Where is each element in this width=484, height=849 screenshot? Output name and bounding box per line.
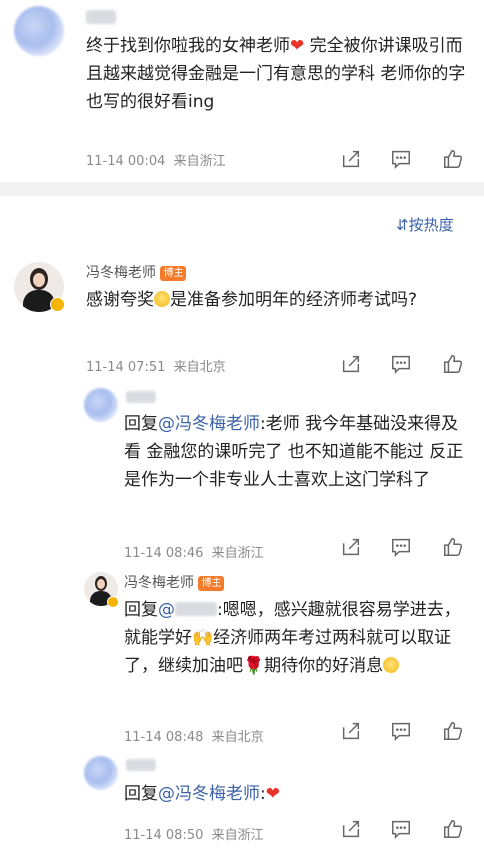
comment-icon[interactable] [390,818,412,840]
avatar[interactable] [14,6,64,56]
comment-icon[interactable] [390,353,412,375]
like-icon[interactable] [442,818,464,840]
like-icon[interactable] [442,353,464,375]
mention-link[interactable]: @冯冬梅老师 [158,414,260,434]
reply-text: 回复@冯冬梅老师:老师 我今年基础没来得及看 金融您的课听完了 也不知道能不能过… [124,414,464,490]
comment-meta: 11-14 07:51 来自北京 [86,360,226,375]
share-icon[interactable] [340,148,362,170]
heart-emoji-icon: ❤ [290,36,305,56]
author-name[interactable] [126,759,156,771]
comment-icon[interactable] [390,148,412,170]
section-divider [0,182,484,196]
like-icon[interactable] [442,148,464,170]
reply-meta: 11-14 08:50 来自浙江 [124,828,264,843]
verified-badge-icon [50,297,65,312]
rose-emoji-icon: 🌹 [243,656,265,676]
comment-text: 终于找到你啦我的女神老师❤ 完全被你讲课吸引而且越来越觉得金融是一门有意思的学科… [86,36,466,112]
blogger-badge: 博主 [198,575,225,591]
comment-text: 感谢夸奖 是准备参加明年的经济师考试吗? [86,290,418,310]
blurred-mention-name [175,602,217,616]
smile-emoji-icon [383,657,400,673]
share-icon[interactable] [340,536,362,558]
blogger-badge: 博主 [160,265,187,281]
reply-meta: 11-14 08:46 来自浙江 [124,546,264,561]
author-name[interactable] [86,10,116,24]
author-name[interactable]: 冯冬梅老师 博主 [124,572,225,592]
mention-link[interactable]: @ [158,600,175,620]
comment-icon[interactable] [390,720,412,742]
raised-hands-emoji-icon: 🙌 [192,628,214,648]
reply-meta: 11-14 08:48 来自北京 [124,730,264,745]
avatar[interactable] [84,388,118,422]
reply-text: 回复@冯冬梅老师:❤ [124,784,280,804]
comment-icon[interactable] [390,536,412,558]
share-icon[interactable] [340,353,362,375]
like-icon[interactable] [442,720,464,742]
author-name[interactable]: 冯冬梅老师 博主 [86,262,187,282]
heart-emoji-icon: ❤ [265,784,280,804]
smile-emoji-icon [154,291,170,307]
sort-icon: ⇵ [396,216,409,234]
avatar[interactable] [84,756,118,790]
mention-link[interactable]: @冯冬梅老师 [158,784,260,804]
comment-meta: 11-14 00:04 来自浙江 [86,154,226,169]
verified-badge-icon [107,596,119,608]
sort-button[interactable]: ⇵按热度 [396,214,454,235]
share-icon[interactable] [340,818,362,840]
reply-text: 回复@:嗯嗯，感兴趣就很容易学进去，就能学好🙌经济师两年考过两科就可以取证了，继… [124,600,461,676]
like-icon[interactable] [442,536,464,558]
author-name[interactable] [126,391,156,403]
share-icon[interactable] [340,720,362,742]
